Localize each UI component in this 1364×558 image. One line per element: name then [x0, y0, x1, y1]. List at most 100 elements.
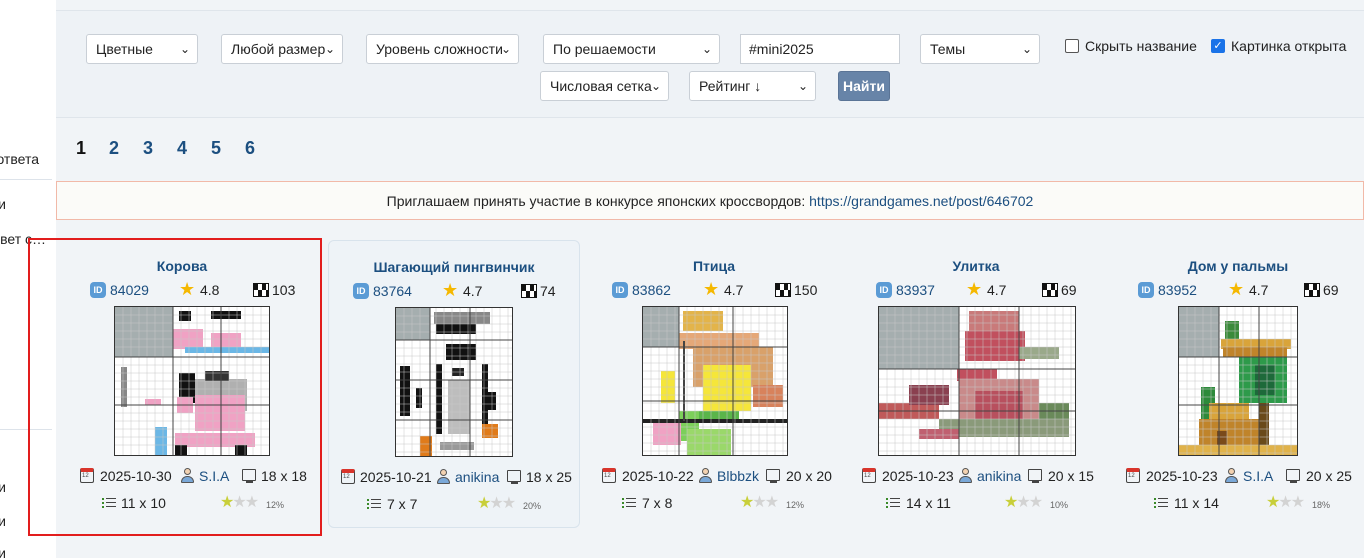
- user-icon: [698, 468, 712, 484]
- puzzle-rating: 4.7: [1249, 282, 1269, 298]
- page-link-4[interactable]: 4: [177, 138, 187, 159]
- puzzle-title[interactable]: Улитка: [850, 258, 1102, 274]
- puzzle-title[interactable]: Дом у пальмы: [1112, 258, 1364, 274]
- difficulty-select[interactable]: Уровень сложности ⌄: [366, 34, 519, 64]
- solvability-select[interactable]: По решаемости ⌄: [543, 34, 720, 64]
- author-link[interactable]: Blbbzk: [717, 468, 759, 484]
- page-link-5[interactable]: 5: [211, 138, 221, 159]
- author-link[interactable]: anikina: [977, 468, 1021, 484]
- puzzle-id[interactable]: 83937: [896, 282, 935, 298]
- page-link-6[interactable]: 6: [245, 138, 255, 159]
- puzzle-details: 2025-10-23 S.I.A 20 x 25: [1126, 468, 1362, 486]
- chevron-down-icon: ⌄: [650, 79, 661, 93]
- clue-size: 7 x 8: [642, 495, 673, 511]
- solve-percent: 12%: [786, 500, 805, 510]
- puzzle-meta: ID 83937 ★ 4.7 69: [876, 279, 1086, 300]
- puzzle-details: 2025-10-21 anikina 18 x 25: [341, 469, 577, 487]
- puzzle-title[interactable]: Птица: [588, 258, 840, 274]
- picture-open-label: Картинка открыта: [1231, 38, 1347, 54]
- solved-count: 69: [1061, 282, 1077, 298]
- calendar-icon: [602, 468, 616, 483]
- puzzle-card[interactable]: Шагающий пингвинчик ID 83764 ★ 4.7 74 12…: [328, 240, 580, 528]
- calendar-icon: [1126, 468, 1140, 483]
- author-link[interactable]: anikina: [455, 469, 499, 485]
- difficulty-select-value: Уровень сложности: [376, 41, 503, 57]
- id-badge-icon: ID: [1138, 282, 1154, 298]
- star-icon: ★: [703, 279, 720, 299]
- finish-flag-icon: [521, 284, 537, 298]
- chevron-down-icon: ⌄: [1021, 42, 1032, 56]
- sort-select[interactable]: Рейтинг ↓ ⌄: [689, 71, 816, 101]
- puzzle-preview-image[interactable]: [642, 306, 788, 456]
- clue-size: 7 x 7: [387, 496, 418, 512]
- difficulty-stars-icon: ★★★: [1266, 494, 1305, 511]
- sidebar-item-label: и: [0, 479, 6, 495]
- page-link-2[interactable]: 2: [109, 138, 119, 159]
- puzzle-card[interactable]: Дом у пальмы ID 83952 ★ 4.7 69 12 2025-1…: [1112, 240, 1364, 528]
- themes-select[interactable]: Темы ⌄: [920, 34, 1040, 64]
- solved-count: 74: [540, 283, 556, 299]
- tag-input[interactable]: #mini2025: [740, 34, 900, 64]
- contest-banner: Приглашаем принять участие в конкурсе яп…: [56, 181, 1364, 220]
- puzzle-date: 2025-10-22: [622, 468, 694, 484]
- puzzle-size: 20 x 25: [1306, 468, 1352, 484]
- user-icon: [436, 469, 450, 485]
- puzzle-card[interactable]: Птица ID 83862 ★ 4.7 150 12 2025-10-22 B…: [588, 240, 840, 528]
- themes-select-value: Темы: [930, 41, 966, 57]
- banner-link[interactable]: https://grandgames.net/post/646702: [809, 193, 1033, 209]
- grid-type-select-value: Числовая сетка: [550, 78, 652, 94]
- solve-percent: 20%: [523, 501, 542, 511]
- solvability-select-value: По решаемости: [553, 41, 656, 57]
- page-link-1[interactable]: 1: [76, 138, 86, 159]
- difficulty-stars-icon: ★★★: [740, 494, 779, 511]
- size-select[interactable]: Любой размер ⌄: [221, 34, 343, 64]
- puzzle-preview-image[interactable]: [878, 306, 1076, 456]
- clue-size: 11 x 14: [1174, 495, 1219, 511]
- grid-type-select[interactable]: Числовая сетка ⌄: [540, 71, 669, 101]
- list-icon: [622, 496, 636, 510]
- checkbox-box[interactable]: [1065, 39, 1079, 53]
- puzzle-date: 2025-10-23: [1146, 468, 1218, 484]
- finish-flag-icon: [775, 283, 791, 297]
- checkmark-icon[interactable]: ✓: [1211, 39, 1225, 53]
- star-icon: ★: [1228, 279, 1245, 299]
- id-badge-icon: ID: [876, 282, 892, 298]
- puzzle-id[interactable]: 83952: [1158, 282, 1197, 298]
- puzzle-stats: 14 x 11 ★★★ 10%: [886, 494, 1086, 513]
- calendar-icon: [862, 468, 876, 483]
- puzzle-size: 20 x 15: [1048, 468, 1094, 484]
- sidebar-item-label: ответа: [0, 151, 39, 167]
- list-icon: [886, 496, 900, 510]
- puzzle-details: 2025-10-23 anikina 20 x 15: [862, 468, 1098, 486]
- page-link-3[interactable]: 3: [143, 138, 153, 159]
- id-badge-icon: ID: [612, 282, 628, 298]
- puzzle-rating: 4.7: [987, 282, 1007, 298]
- puzzle-stats: 11 x 14 ★★★ 18%: [1154, 494, 1354, 513]
- puzzle-preview-image[interactable]: [1178, 306, 1298, 456]
- size-monitor-icon: [766, 469, 780, 483]
- chevron-down-icon: ⌄: [324, 42, 335, 56]
- color-select[interactable]: Цветные ⌄: [86, 34, 198, 64]
- puzzle-card[interactable]: Улитка ID 83937 ★ 4.7 69 12 2025-10-23 a…: [850, 240, 1102, 528]
- puzzle-details: 2025-10-22 Blbbzk 20 x 20: [602, 468, 838, 486]
- difficulty-stars-icon: ★★★: [477, 495, 516, 512]
- star-icon: ★: [442, 280, 459, 300]
- sort-select-value: Рейтинг ↓: [699, 78, 762, 94]
- sidebar-divider: [0, 179, 52, 180]
- puzzle-preview-image[interactable]: [395, 307, 513, 457]
- puzzle-id[interactable]: 83862: [632, 282, 671, 298]
- puzzle-stats: 7 x 7 ★★★ 20%: [367, 495, 567, 514]
- chevron-down-icon: ⌄: [179, 42, 190, 56]
- color-select-value: Цветные: [96, 41, 153, 57]
- size-monitor-icon: [1286, 469, 1300, 483]
- puzzle-meta: ID 83764 ★ 4.7 74: [353, 280, 563, 301]
- calendar-icon: [341, 469, 355, 484]
- hide-title-checkbox[interactable]: Скрыть название: [1065, 38, 1197, 55]
- author-link[interactable]: S.I.A: [1243, 468, 1273, 484]
- finish-flag-icon: [1042, 283, 1058, 297]
- puzzle-title[interactable]: Шагающий пингвинчик: [329, 259, 579, 275]
- puzzle-id[interactable]: 83764: [373, 283, 412, 299]
- picture-open-checkbox[interactable]: ✓ Картинка открыта: [1211, 38, 1351, 55]
- solved-count: 150: [794, 282, 818, 298]
- find-button[interactable]: Найти: [838, 71, 890, 101]
